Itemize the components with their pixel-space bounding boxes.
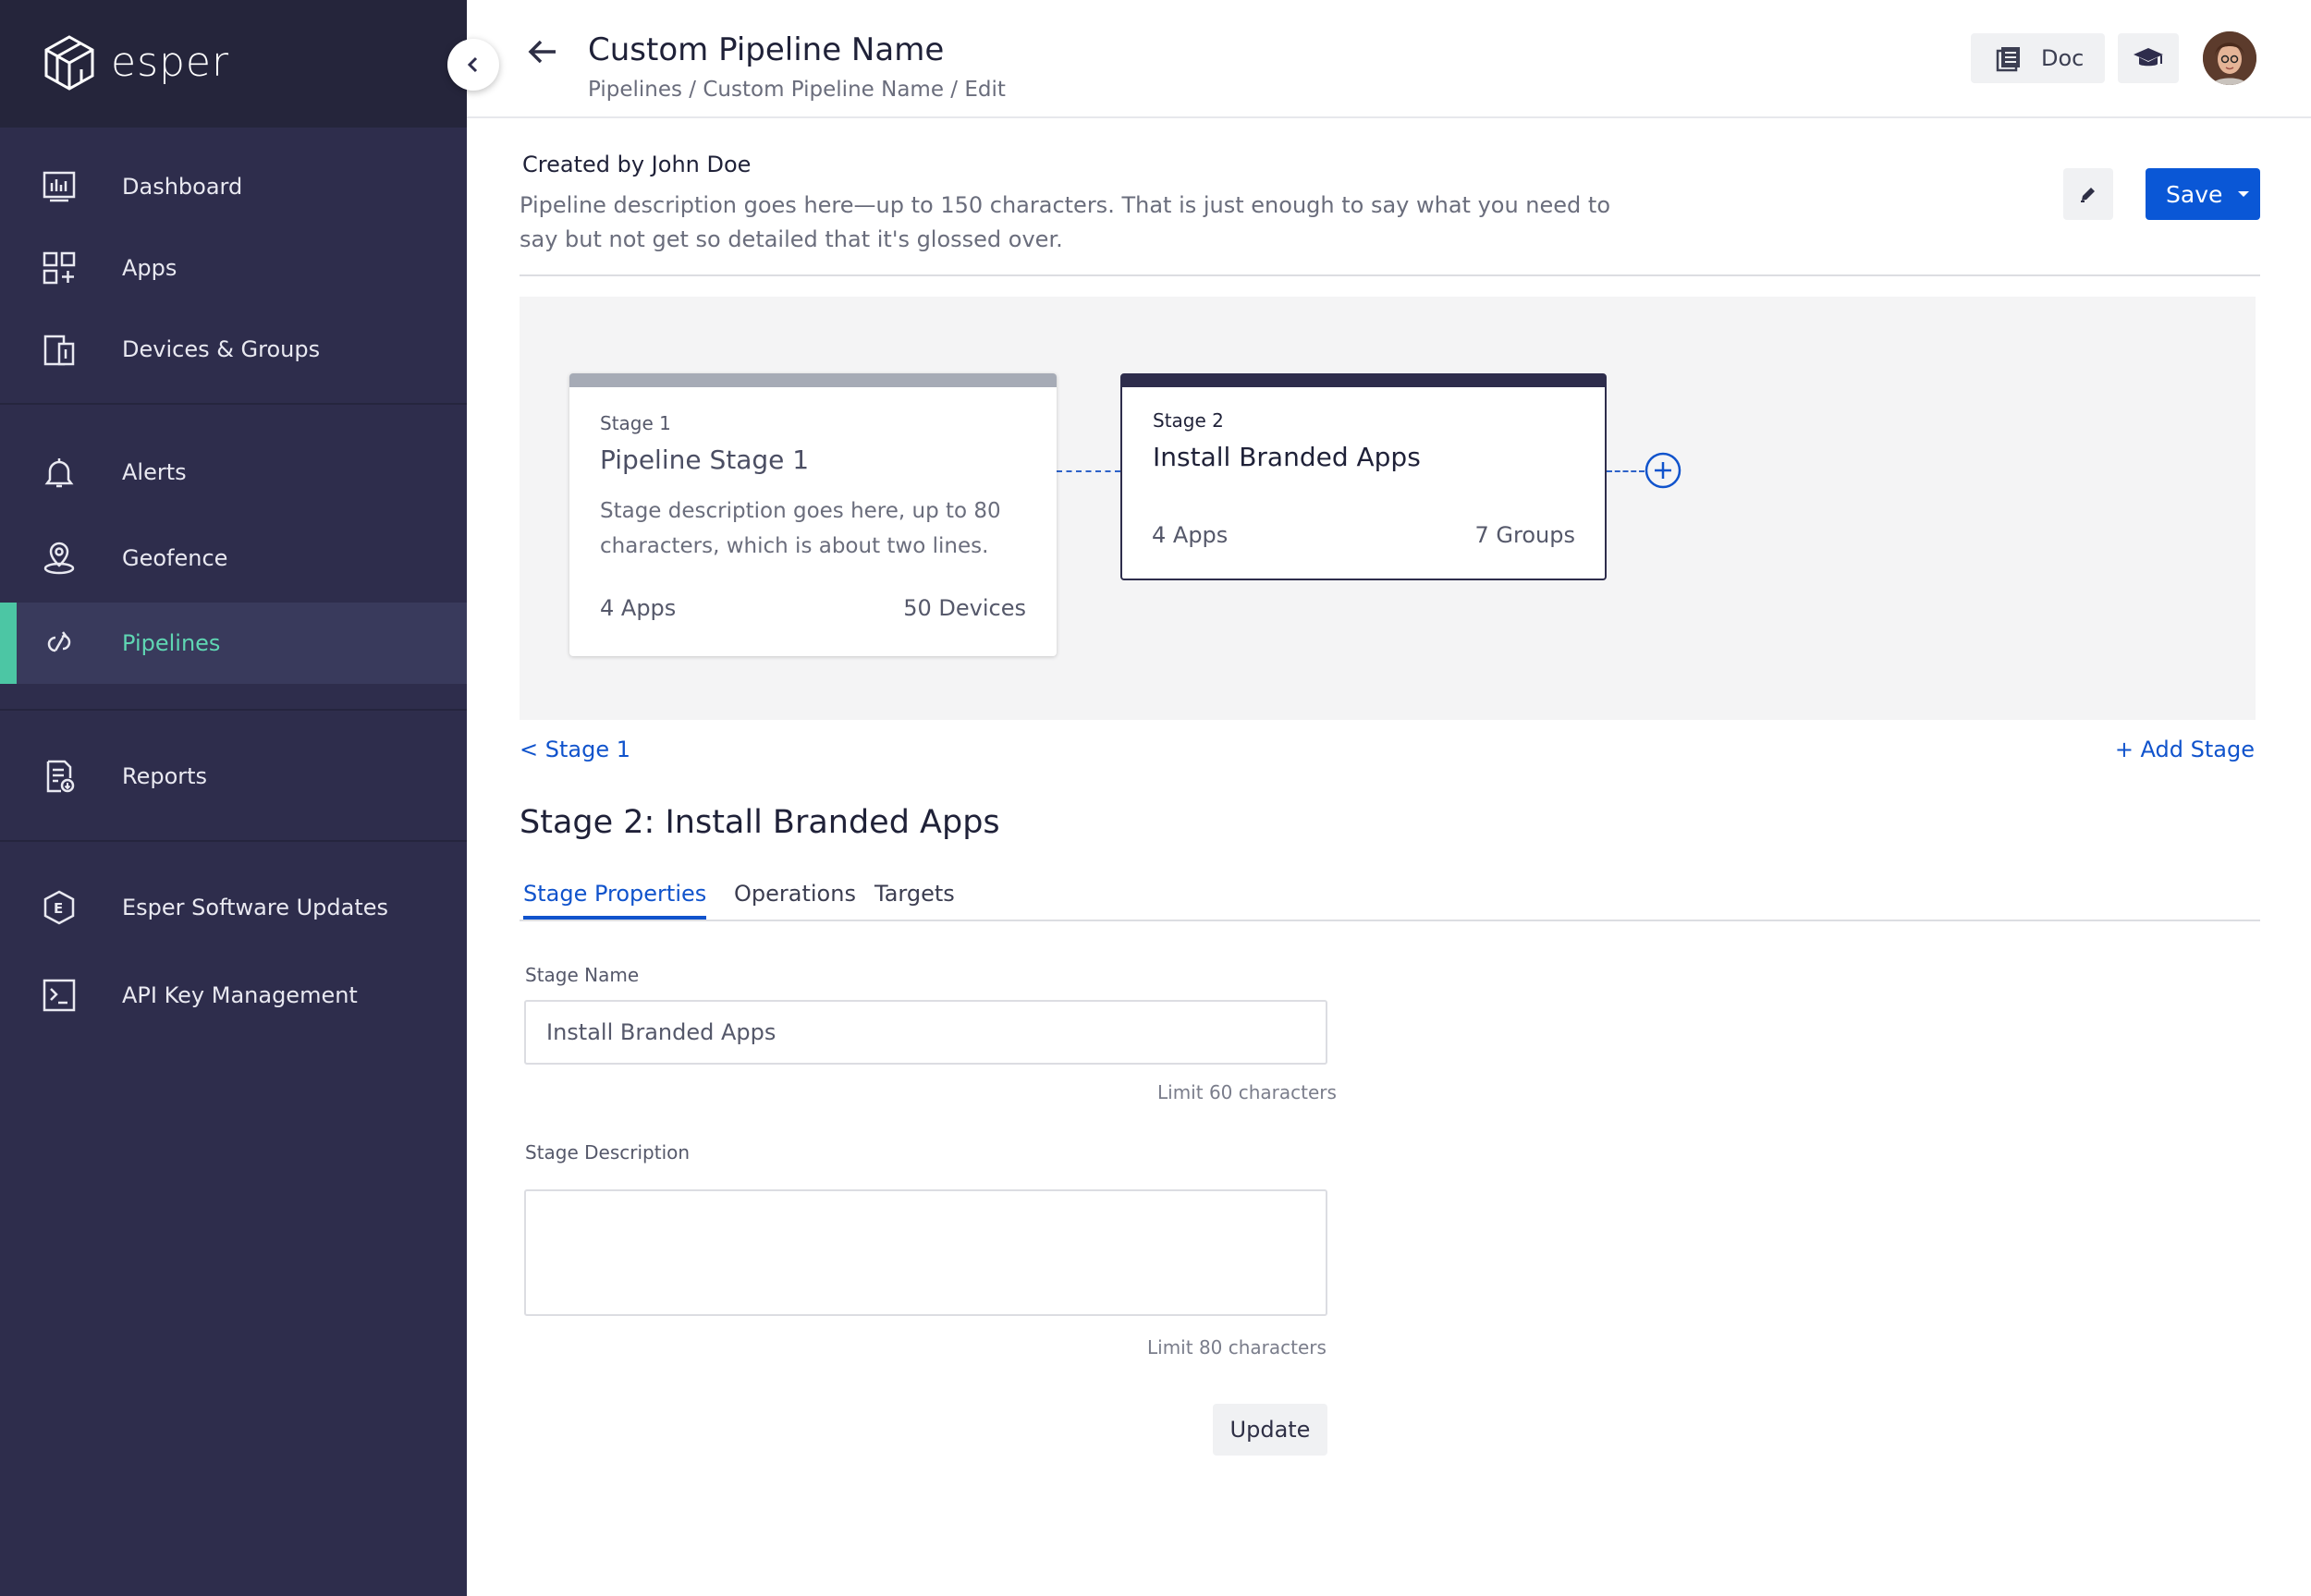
stage-groups-count: 7 Groups bbox=[1474, 522, 1575, 548]
sidebar-divider bbox=[0, 840, 467, 842]
prev-stage-link[interactable]: < Stage 1 bbox=[520, 737, 630, 762]
bell-icon bbox=[44, 458, 74, 488]
stage-description-limit: Limit 80 characters bbox=[1147, 1336, 1327, 1358]
esper-logo-icon bbox=[44, 35, 94, 91]
stage-description-textarea[interactable] bbox=[524, 1189, 1327, 1316]
stage-devices-count: 50 Devices bbox=[903, 595, 1026, 621]
stage-label: Stage 1 bbox=[600, 412, 671, 434]
add-stage-plus-icon[interactable] bbox=[1645, 452, 1681, 489]
sidebar-item-pipelines[interactable]: Pipelines bbox=[0, 603, 467, 684]
tab-operations[interactable]: Operations bbox=[734, 881, 856, 916]
dashboard-icon bbox=[43, 171, 76, 202]
add-stage-link[interactable]: + Add Stage bbox=[2115, 737, 2255, 762]
terminal-icon bbox=[43, 979, 76, 1012]
learning-button[interactable] bbox=[2118, 33, 2179, 83]
svg-text:E: E bbox=[54, 900, 63, 917]
brand-name: esper bbox=[111, 39, 230, 86]
created-by-text: Created by John Doe bbox=[522, 152, 752, 177]
stage-label: Stage 2 bbox=[1153, 409, 1224, 432]
stage-name-input[interactable] bbox=[524, 1000, 1327, 1065]
stage-name-limit: Limit 60 characters bbox=[1157, 1081, 1337, 1103]
save-button[interactable]: Save bbox=[2146, 168, 2260, 220]
doc-button-label: Doc bbox=[2041, 45, 2085, 71]
tab-targets[interactable]: Targets bbox=[874, 881, 955, 916]
back-arrow-icon[interactable] bbox=[524, 33, 561, 70]
doc-button[interactable]: Doc bbox=[1971, 33, 2105, 83]
sidebar-item-dashboard[interactable]: Dashboard bbox=[0, 146, 467, 227]
stage-heading: Stage 2: Install Branded Apps bbox=[520, 804, 1000, 841]
tab-stage-properties[interactable]: Stage Properties bbox=[523, 881, 707, 920]
sidebar-item-label: Esper Software Updates bbox=[122, 895, 389, 920]
avatar[interactable] bbox=[2203, 31, 2256, 85]
page-title: Custom Pipeline Name bbox=[588, 31, 945, 68]
stage-card-1[interactable]: Stage 1 Pipeline Stage 1 Stage descripti… bbox=[569, 373, 1057, 656]
sidebar-item-esper-software-updates[interactable]: E Esper Software Updates bbox=[0, 867, 467, 948]
sidebar-item-geofence[interactable]: Geofence bbox=[0, 518, 467, 599]
sidebar-collapse-button[interactable] bbox=[447, 39, 499, 91]
stage-tabs: Stage Properties Operations Targets bbox=[520, 875, 2260, 921]
graduation-cap-icon bbox=[2134, 48, 2163, 67]
stage-title: Install Branded Apps bbox=[1153, 442, 1421, 472]
reports-icon bbox=[46, 760, 75, 793]
sidebar-item-label: Reports bbox=[122, 763, 208, 789]
update-button[interactable]: Update bbox=[1213, 1404, 1327, 1456]
stage-connector bbox=[1607, 470, 1645, 472]
stage-card-2[interactable]: Stage 2 Install Branded Apps 4 Apps 7 Gr… bbox=[1120, 373, 1607, 580]
sidebar-item-label: Devices & Groups bbox=[122, 336, 321, 362]
sidebar-item-label: Apps bbox=[122, 255, 177, 281]
brand-header: esper bbox=[0, 0, 467, 128]
sidebar-item-label: Pipelines bbox=[122, 630, 221, 656]
book-icon bbox=[1996, 47, 2020, 72]
devices-icon bbox=[43, 335, 75, 366]
sidebar-item-reports[interactable]: Reports bbox=[0, 736, 467, 817]
breadcrumb: Pipelines / Custom Pipeline Name / Edit bbox=[588, 78, 1006, 102]
save-button-label: Save bbox=[2166, 180, 2223, 208]
stage-apps-count: 4 Apps bbox=[600, 595, 677, 621]
stage-description: Stage description goes here, up to 80 ch… bbox=[600, 499, 1001, 558]
user-avatar-icon bbox=[2203, 31, 2256, 85]
esper-updates-icon: E bbox=[43, 890, 75, 925]
sidebar-item-apps[interactable]: Apps bbox=[0, 227, 467, 309]
sidebar-item-alerts[interactable]: Alerts bbox=[0, 432, 467, 513]
caret-down-icon bbox=[2238, 191, 2250, 197]
stage-description-label: Stage Description bbox=[525, 1141, 691, 1163]
stage-name-label: Stage Name bbox=[525, 964, 640, 986]
chevron-left-icon bbox=[467, 56, 478, 73]
sidebar-item-devices-groups[interactable]: Devices & Groups bbox=[0, 309, 467, 390]
stage-title: Pipeline Stage 1 bbox=[600, 445, 810, 475]
sidebar-item-label: Geofence bbox=[122, 545, 228, 571]
divider bbox=[520, 274, 2260, 276]
pencil-icon bbox=[2081, 188, 2095, 202]
stage-apps-count: 4 Apps bbox=[1152, 522, 1229, 548]
top-header: Custom Pipeline Name Pipelines / Custom … bbox=[467, 0, 2311, 118]
sidebar-item-api-key-management[interactable]: API Key Management bbox=[0, 955, 467, 1036]
sidebar-item-label: API Key Management bbox=[122, 982, 358, 1008]
sidebar-item-label: Alerts bbox=[122, 459, 187, 485]
sidebar-item-label: Dashboard bbox=[122, 174, 243, 200]
apps-icon bbox=[43, 251, 76, 285]
sidebar: esper Dashboard Apps Devices & Groups Al… bbox=[0, 0, 467, 1596]
stage-connector bbox=[1057, 470, 1120, 472]
sidebar-divider bbox=[0, 709, 467, 711]
sidebar-divider bbox=[0, 403, 467, 405]
edit-pipeline-button[interactable] bbox=[2063, 168, 2113, 220]
pipeline-description: Pipeline description goes here—up to 150… bbox=[520, 192, 1611, 252]
geofence-icon bbox=[43, 542, 75, 575]
pipelines-icon bbox=[47, 631, 71, 652]
